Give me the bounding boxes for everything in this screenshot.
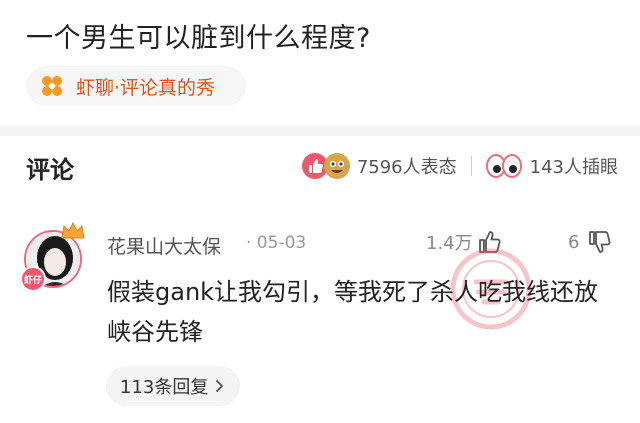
comment-text: 假装gank让我勾引，等我死了杀人吃我线还放峡谷先锋	[107, 278, 599, 346]
replies-label: 113条回复	[120, 377, 209, 398]
comment-stats: 7596人表态 143人插眼	[301, 149, 618, 183]
eyes-icon[interactable]	[485, 154, 522, 178]
comment-date: · 05-03	[246, 233, 307, 253]
avatar-wrap[interactable]: 虾仔	[20, 220, 90, 300]
thumbs-down-icon	[589, 231, 611, 253]
avatar-badge: 虾仔	[20, 266, 46, 292]
laughing-doge-reaction-icon[interactable]	[323, 152, 351, 180]
dislike-count: 6	[568, 231, 580, 253]
topic-chip[interactable]: 虾聊·评论真的秀	[26, 66, 246, 106]
illustration-count[interactable]: 143人插眼	[530, 153, 618, 179]
crown-icon	[61, 221, 85, 239]
flower-icon	[42, 76, 62, 96]
topic-label: 虾聊·评论真的秀	[76, 76, 216, 99]
dislike-button[interactable]: 6	[568, 228, 613, 256]
replies-button[interactable]: 113条回复	[106, 366, 241, 406]
reactions-count[interactable]: 7596人表态	[357, 153, 457, 179]
chevron-right-icon	[216, 380, 224, 392]
comments-heading: 评论	[26, 156, 74, 184]
post-title: 一个男生可以脏到什么程度?	[26, 23, 371, 54]
section-divider	[0, 126, 640, 136]
comment-username[interactable]: 花果山大太保	[107, 232, 221, 259]
stats-separator	[470, 156, 472, 176]
